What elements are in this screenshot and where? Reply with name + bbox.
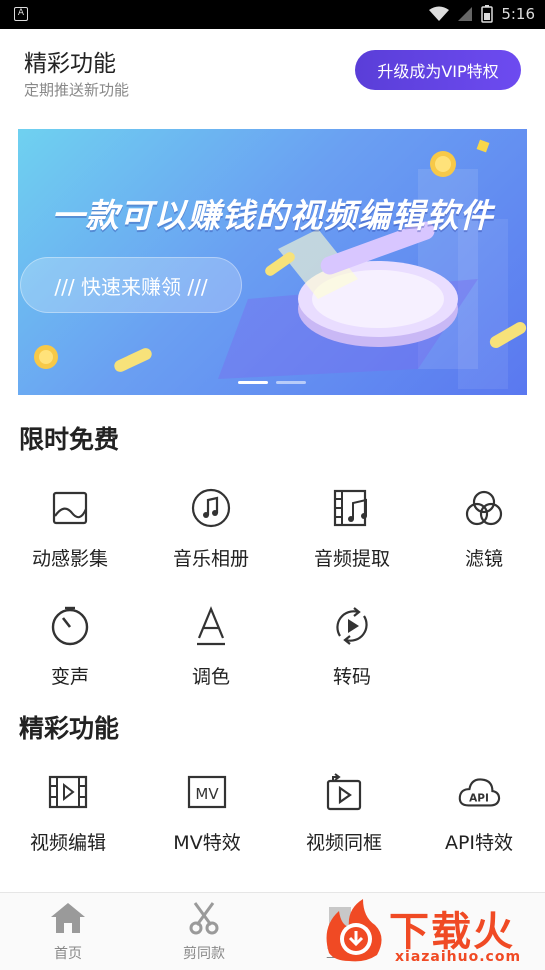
watermark: 下载火 xiazaihuo.com <box>319 897 539 967</box>
feature-label: MV特效 <box>173 832 241 854</box>
video-frame-icon <box>322 770 366 814</box>
status-bar: A 5:16 <box>0 0 545 29</box>
svg-text:MV: MV <box>195 785 219 803</box>
feature-label: 视频编辑 <box>29 832 106 854</box>
pagination-dot-active[interactable] <box>238 381 268 384</box>
tab-templates[interactable]: 剪同款 <box>164 901 244 963</box>
feature-label: 滤镜 <box>464 548 503 570</box>
feature-video-duet[interactable]: 视频同框 <box>284 770 404 855</box>
feature-mv-effects[interactable]: MV MV特效 <box>147 770 267 855</box>
feature-label: 动感影集 <box>31 548 108 570</box>
photo-frame-icon <box>48 486 92 530</box>
feature-api-effects[interactable]: API API特效 <box>419 770 539 855</box>
feature-label: 转码 <box>332 666 371 688</box>
tab-home[interactable]: 首页 <box>28 901 108 963</box>
section-title-featured: 精彩功能 <box>19 714 120 743</box>
music-note-icon <box>189 486 233 530</box>
feature-filter[interactable]: 滤镜 <box>424 486 544 571</box>
watermark-url: xiazaihuo.com <box>395 949 522 965</box>
feature-voice-change[interactable]: 变声 <box>10 604 130 689</box>
mv-icon: MV <box>185 770 229 814</box>
notification-a-icon: A <box>14 7 28 21</box>
convert-play-icon <box>330 604 374 648</box>
home-icon <box>51 903 85 933</box>
wifi-icon <box>429 6 450 21</box>
api-cloud-icon: API <box>457 770 501 814</box>
feature-dynamic-album[interactable]: 动感影集 <box>10 486 130 571</box>
svg-text:API: API <box>469 793 489 805</box>
section-title-free: 限时免费 <box>19 425 120 454</box>
feature-video-edit[interactable]: 视频编辑 <box>8 770 128 855</box>
feature-transcode[interactable]: 转码 <box>292 604 412 689</box>
battery-icon <box>481 5 494 23</box>
page-subtitle: 定期推送新功能 <box>24 81 130 99</box>
tab-label: 首页 <box>54 946 82 962</box>
status-icons: 5:16 <box>429 5 535 23</box>
banner-pagination <box>238 381 306 384</box>
page-header: 精彩功能 定期推送新功能 升级成为VIP特权 <box>0 29 545 107</box>
feature-label: 音乐相册 <box>172 548 249 570</box>
promo-banner[interactable]: 一款可以赚钱的视频编辑软件 /// 快速来赚领 /// <box>18 129 527 395</box>
pagination-dot[interactable] <box>276 381 306 384</box>
feature-label: API特效 <box>444 832 514 854</box>
feature-label: 调色 <box>191 666 230 688</box>
filter-circles-icon <box>462 486 506 530</box>
feature-color-adjust[interactable]: 调色 <box>151 604 271 689</box>
voice-dial-icon <box>48 604 92 648</box>
feature-label: 视频同框 <box>305 832 382 854</box>
banner-headline: 一款可以赚钱的视频编辑软件 <box>51 196 494 235</box>
feature-music-album[interactable]: 音乐相册 <box>151 486 271 571</box>
letter-a-icon <box>189 604 233 648</box>
film-music-icon <box>330 486 374 530</box>
flame-logo-icon <box>326 899 382 962</box>
tab-label: 剪同款 <box>183 946 225 962</box>
film-play-icon <box>46 770 90 814</box>
clock: 5:16 <box>501 5 535 23</box>
scissors-icon <box>189 902 219 935</box>
page-title: 精彩功能 <box>24 51 116 77</box>
feature-label: 变声 <box>50 666 89 688</box>
signal-icon <box>458 7 473 21</box>
feature-audio-extract[interactable]: 音频提取 <box>292 486 412 571</box>
feature-label: 音频提取 <box>313 548 390 570</box>
banner-cta[interactable]: /// 快速来赚领 /// <box>20 257 242 313</box>
upgrade-vip-button[interactable]: 升级成为VIP特权 <box>355 50 521 90</box>
